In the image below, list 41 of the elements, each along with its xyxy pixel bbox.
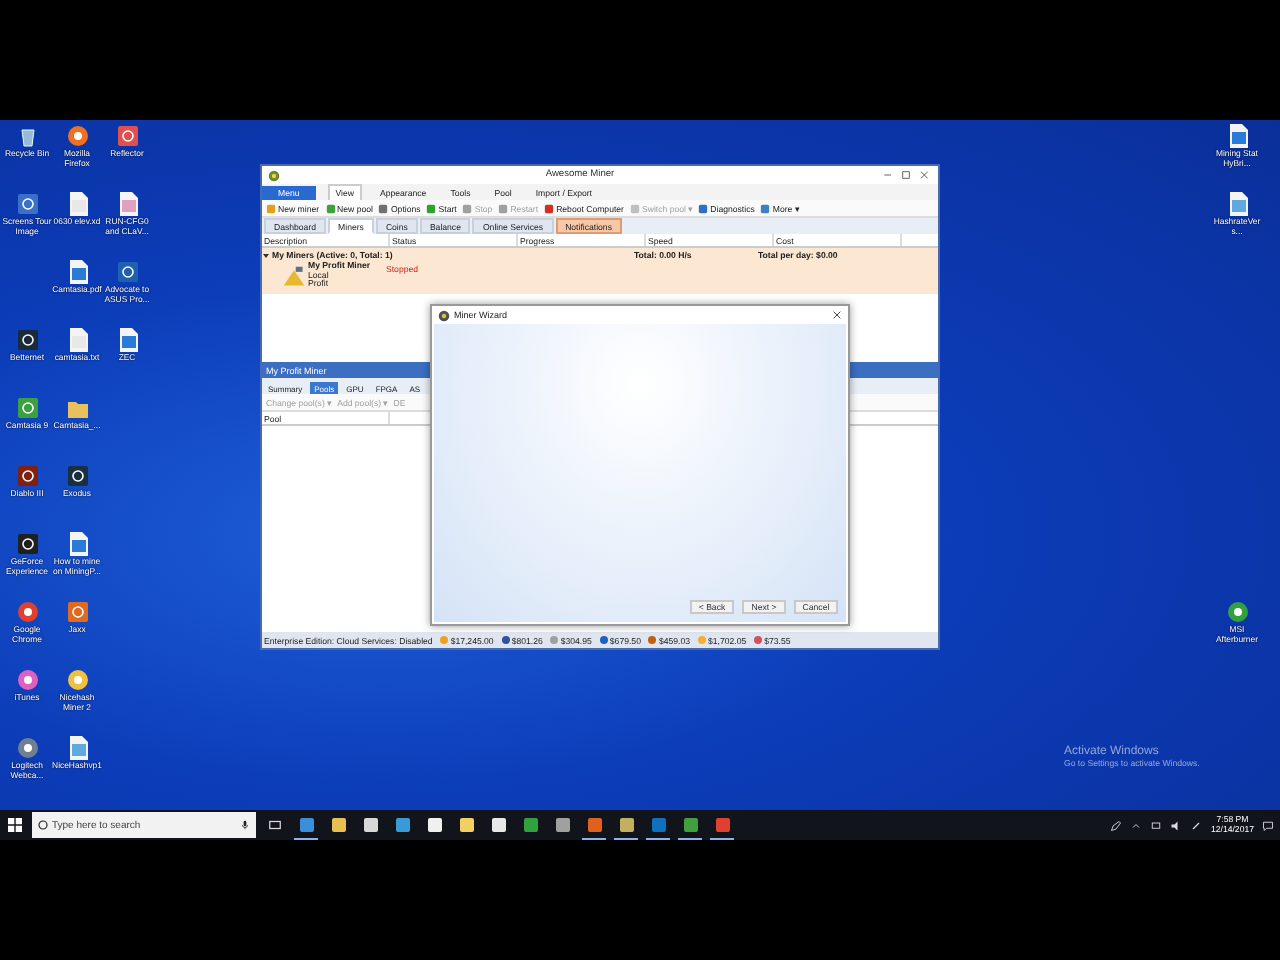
connection-icon[interactable] [1190,819,1203,831]
document-icon[interactable] [115,192,139,216]
app-icon[interactable] [65,600,89,624]
app-icon[interactable] [15,396,39,420]
globe-icon[interactable] [15,668,39,692]
task-view-icon[interactable] [268,818,282,832]
app-icon[interactable] [115,124,139,148]
globe-icon[interactable] [65,668,89,692]
globe-icon[interactable] [15,736,39,760]
window-controls-icon[interactable] [880,170,932,180]
app-icon[interactable] [65,464,89,488]
volume-icon[interactable] [1170,819,1183,831]
app-logo-icon [438,309,450,321]
document-icon[interactable] [65,328,89,352]
notification-icon[interactable] [1262,819,1274,831]
miner-icon [282,266,306,288]
app-logo-icon [268,169,280,181]
start-icon[interactable] [8,818,22,832]
app-icon[interactable] [15,464,39,488]
globe-icon[interactable] [65,124,89,148]
pen-icon[interactable] [1110,819,1123,831]
document-icon[interactable] [65,192,89,216]
network-icon[interactable] [1150,819,1163,831]
close-icon[interactable] [832,310,842,320]
app-icon[interactable] [15,532,39,556]
app-icon[interactable] [15,192,39,216]
document-icon[interactable] [115,328,139,352]
globe-icon[interactable] [1225,600,1249,624]
document-icon[interactable] [65,260,89,284]
globe-icon[interactable] [15,600,39,624]
document-icon[interactable] [1225,124,1249,148]
microphone-icon[interactable] [240,820,250,830]
search-icon [38,820,48,830]
app-icon[interactable] [115,260,139,284]
app-icon[interactable] [15,328,39,352]
document-icon[interactable] [65,736,89,760]
folder-icon[interactable] [65,396,89,420]
document-icon[interactable] [65,532,89,556]
caret-icon[interactable] [1130,819,1143,831]
bin-icon[interactable] [15,124,39,148]
document-icon[interactable] [1225,192,1249,216]
